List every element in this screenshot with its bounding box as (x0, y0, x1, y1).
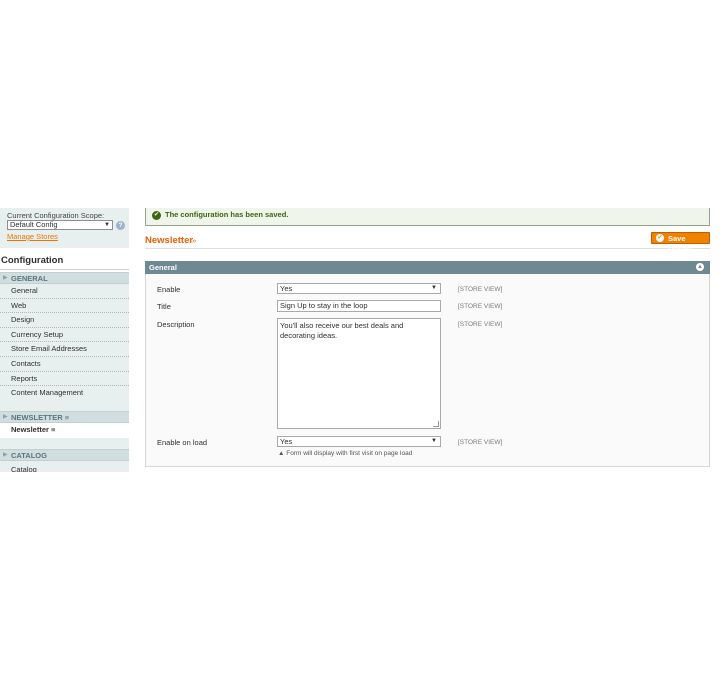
description-label: Description (157, 320, 195, 329)
enable-on-load-value: Yes (280, 437, 293, 446)
chevron-down-icon: ▼ (104, 222, 110, 228)
fieldset-header-general[interactable]: General ▲ (145, 261, 710, 274)
success-message-text: The configuration has been saved. (165, 210, 289, 219)
title-input[interactable]: Sign Up to stay in the loop (277, 300, 441, 312)
sidebar-section-label: CATALOG (11, 451, 47, 460)
enable-label: Enable (157, 285, 181, 294)
sidebar-section-label: GENERAL (11, 274, 48, 283)
sidebar-spacer (0, 402, 129, 411)
title-scope: [STORE VIEW] (458, 303, 503, 310)
sidebar-item-content-management[interactable]: Content Management (0, 386, 129, 401)
manage-stores-link[interactable]: Manage Stores (7, 232, 58, 241)
triangle-right-icon: ▶ (3, 452, 8, 458)
enable-scope: [STORE VIEW] (458, 286, 503, 293)
sidebar-section-label: NEWSLETTER ≡ (11, 413, 70, 422)
save-config-button[interactable]: ✔ Save Config (651, 232, 710, 252)
sidebar-item-general[interactable]: General (0, 284, 129, 299)
success-message: ✔ The configuration has been saved. (145, 208, 710, 226)
page-title-link[interactable]: » (192, 236, 196, 245)
title-label: Title (157, 302, 171, 311)
sidebar-item-newsletter[interactable]: Newsletter ≡ (0, 423, 129, 438)
chevron-down-icon: ▼ (431, 285, 437, 291)
sidebar-item-design[interactable]: Design (0, 313, 129, 328)
sidebar-list-general: General Web Design Currency Setup Store … (0, 284, 129, 402)
sidebar-item-store-email-addresses[interactable]: Store Email Addresses (0, 342, 129, 357)
enable-select-value: Yes (280, 284, 293, 293)
enable-on-load-scope: [STORE VIEW] (458, 439, 503, 446)
sidebar-section-newsletter[interactable]: ▶ NEWSLETTER ≡ (0, 411, 129, 423)
enable-select[interactable]: Yes ▼ (277, 283, 441, 294)
enable-on-load-select[interactable]: Yes ▼ (277, 436, 441, 447)
page-title-divider (145, 248, 710, 249)
description-scope: [STORE VIEW] (458, 321, 503, 328)
sidebar-title: Configuration (1, 255, 64, 266)
fieldset-title: General (149, 263, 177, 272)
sidebar-section-general[interactable]: ▶ GENERAL (0, 272, 129, 284)
enable-on-load-label: Enable on load (157, 438, 208, 447)
enable-on-load-note: ▲ Form will display with first visit on … (278, 450, 413, 457)
sidebar-list-catalog: Catalog (0, 461, 129, 472)
check-icon: ✔ (656, 234, 664, 242)
scope-select-value: Default Config (10, 220, 58, 229)
page-title: Newsletter (145, 235, 194, 246)
sidebar-section-catalog[interactable]: ▶ CATALOG (0, 449, 129, 461)
help-icon[interactable]: ? (116, 221, 125, 230)
triangle-right-icon: ▶ (3, 414, 8, 420)
save-config-label: Save Config (668, 234, 692, 252)
scope-select[interactable]: Default Config ▼ (7, 220, 113, 230)
sidebar-item-web[interactable]: Web (0, 299, 129, 314)
sidebar-list-newsletter: Newsletter ≡ (0, 423, 129, 439)
sidebar-divider (0, 269, 129, 270)
triangle-right-icon: ▶ (3, 275, 8, 281)
description-text: You'll also receive our best deals and d… (280, 321, 404, 340)
sidebar-spacer (0, 439, 129, 449)
sidebar-item-currency-setup[interactable]: Currency Setup (0, 328, 129, 343)
sidebar-item-reports[interactable]: Reports (0, 372, 129, 387)
success-check-icon: ✔ (152, 211, 161, 220)
sidebar-item-catalog[interactable]: Catalog (0, 461, 129, 472)
description-textarea[interactable]: You'll also receive our best deals and d… (277, 318, 441, 429)
scope-label: Current Configuration Scope: (7, 211, 105, 220)
chevron-down-icon: ▼ (431, 438, 437, 444)
collapse-icon[interactable]: ▲ (696, 263, 704, 271)
sidebar-item-contacts[interactable]: Contacts (0, 357, 129, 372)
resize-handle-icon[interactable] (433, 421, 439, 427)
